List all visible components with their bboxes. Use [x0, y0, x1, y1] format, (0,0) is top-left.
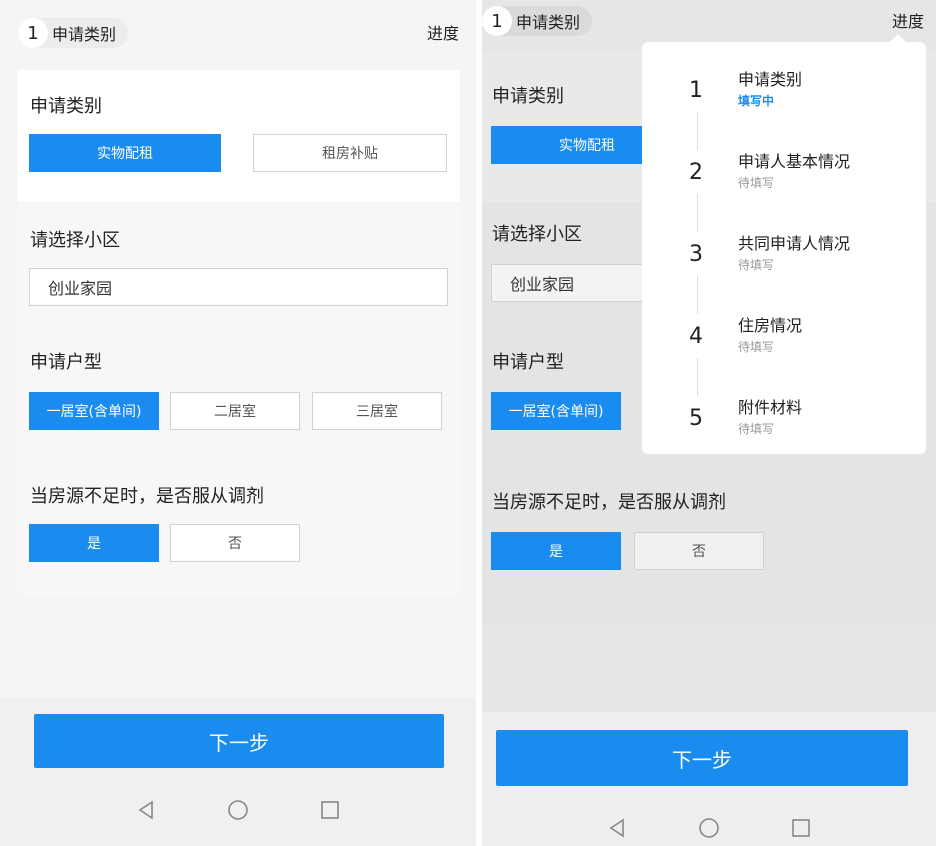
progress-step-3[interactable]: 3 共同申请人情况 待填写 [674, 226, 914, 286]
option-no[interactable]: 否 [170, 524, 300, 562]
option-two-bedroom[interactable]: 二居室 [170, 392, 300, 430]
adjust-label: 当房源不足时，是否服从调剂 [30, 486, 264, 507]
step-status: 填写中 [738, 94, 775, 108]
step-circle: 3 [674, 232, 718, 276]
progress-link[interactable]: 进度 [892, 8, 924, 32]
progress-step-2[interactable]: 2 申请人基本情况 待填写 [674, 144, 914, 204]
system-nav-bar [482, 802, 936, 846]
step-number: 1 [482, 6, 512, 36]
step-name: 申请类别 [738, 70, 803, 89]
option-no[interactable]: 否 [634, 532, 764, 570]
option-yes[interactable]: 是 [491, 532, 621, 570]
current-step-indicator: 1 申请类别 [18, 18, 129, 48]
progress-link[interactable]: 进度 [427, 20, 459, 44]
screen-progress-overlay: 1 申请类别 进度 申请类别 实物配租 请选择小区 创业家园 申请户型 一居室(… [482, 0, 936, 846]
next-step-button[interactable]: 下一步 [34, 714, 444, 768]
step-status: 待填写 [738, 176, 775, 190]
option-three-bedroom[interactable]: 三居室 [312, 392, 442, 430]
step-circle: 2 [674, 150, 718, 194]
community-label: 请选择小区 [492, 224, 582, 245]
option-yes[interactable]: 是 [29, 524, 159, 562]
progress-step-5[interactable]: 5 附件材料 待填写 [674, 390, 914, 450]
community-label: 请选择小区 [30, 230, 120, 251]
step-name: 共同申请人情况 [738, 234, 851, 253]
option-one-bedroom[interactable]: 一居室(含单间) [29, 392, 159, 430]
progress-popup: 1 申请类别 填写中 2 申请人基本情况 待填写 3 共同申请人情况 待填写 4… [642, 34, 926, 454]
recents-icon[interactable] [319, 799, 341, 821]
category-label: 申请类别 [30, 96, 102, 117]
option-rent-subsidy[interactable]: 租房补贴 [253, 134, 447, 172]
step-name: 申请人基本情况 [738, 152, 851, 171]
recents-icon[interactable] [790, 817, 812, 839]
step-circle: 4 [674, 314, 718, 358]
option-one-bedroom[interactable]: 一居室(含单间) [491, 392, 621, 430]
adjust-label: 当房源不足时，是否服从调剂 [492, 492, 726, 513]
current-step-indicator: 1 申请类别 [482, 6, 593, 36]
screen-form: 1 申请类别 进度 申请类别 实物配租 租房补贴 请选择小区 创业家园 申请户型… [0, 0, 476, 846]
category-label: 申请类别 [492, 86, 564, 107]
step-title: 申请类别 [516, 13, 581, 32]
progress-step-1[interactable]: 1 申请类别 填写中 [674, 62, 914, 122]
home-icon[interactable] [698, 817, 720, 839]
system-nav-bar [0, 784, 476, 836]
step-title: 申请类别 [52, 25, 117, 44]
house-type-label: 申请户型 [492, 352, 564, 373]
step-name: 住房情况 [738, 316, 803, 335]
popup-arrow [890, 34, 906, 42]
details-card: 请选择小区 创业家园 申请户型 一居室(含单间) 二居室 三居室 当房源不足时，… [18, 204, 460, 596]
step-status: 待填写 [738, 258, 775, 272]
next-step-button[interactable]: 下一步 [496, 730, 908, 786]
back-icon[interactable] [606, 817, 628, 839]
category-card: 申请类别 实物配租 租房补贴 [18, 70, 460, 202]
step-circle: 1 [674, 68, 718, 112]
step-status: 待填写 [738, 340, 775, 354]
step-number: 1 [18, 18, 48, 48]
house-type-label: 申请户型 [30, 352, 102, 373]
home-icon[interactable] [227, 799, 249, 821]
step-name: 附件材料 [738, 398, 803, 417]
step-status: 待填写 [738, 422, 775, 436]
option-physical-rental[interactable]: 实物配租 [29, 134, 221, 172]
step-circle: 5 [674, 396, 718, 440]
back-icon[interactable] [135, 799, 157, 821]
community-select[interactable]: 创业家园 [29, 268, 448, 306]
progress-step-4[interactable]: 4 住房情况 待填写 [674, 308, 914, 368]
